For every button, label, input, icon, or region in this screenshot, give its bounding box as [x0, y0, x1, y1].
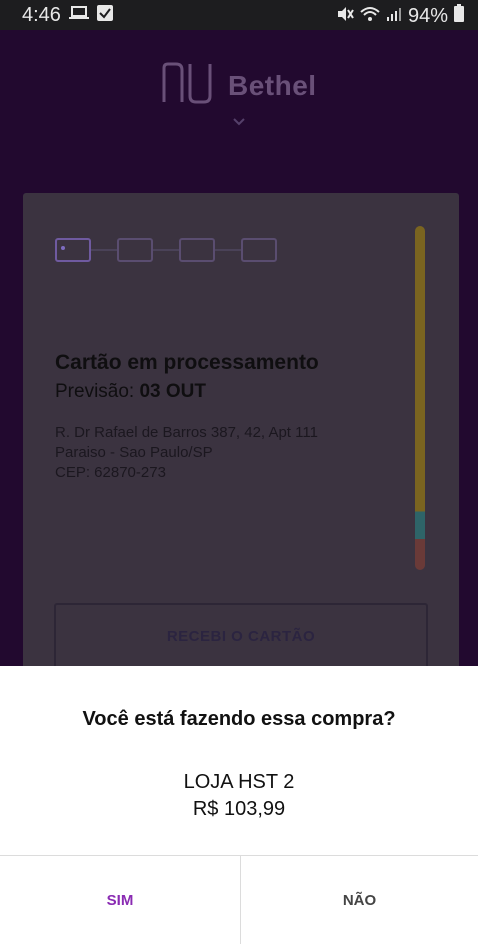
status-right: 94%: [336, 4, 464, 28]
merchant-name: LOJA HST 2: [183, 771, 295, 793]
laptop-icon: [68, 4, 89, 27]
step-2: [117, 238, 153, 262]
nu-logo-icon: [160, 62, 218, 109]
chevron-down-icon[interactable]: [232, 114, 246, 132]
brand-logo: Bethel: [160, 62, 317, 109]
address-line-3: CEP: 62870-273: [55, 464, 166, 481]
step-connector: [153, 249, 179, 251]
vertical-progress-bar: [415, 226, 425, 570]
no-button[interactable]: NÃO: [241, 856, 478, 944]
step-connector: [215, 249, 241, 251]
status-bar: 4:46 94%: [0, 0, 478, 30]
battery-icon: [454, 4, 464, 28]
wifi-icon: [360, 5, 380, 28]
forecast: Previsão: 03 OUT: [55, 381, 206, 403]
status-left: 4:46: [22, 4, 113, 27]
step-1: [55, 238, 91, 262]
purchase-confirmation-sheet: Você está fazendo essa compra? LOJA HST …: [0, 666, 478, 944]
card-status-title: Cartão em processamento: [55, 351, 319, 374]
step-4: [241, 238, 277, 262]
step-3: [179, 238, 215, 262]
address-line-1: R. Dr Rafael de Barros 387, 42, Apt 111: [55, 424, 318, 441]
confirmation-question: Você está fazendo essa compra?: [82, 708, 396, 730]
forecast-label: Previsão:: [55, 381, 135, 402]
yes-button[interactable]: SIM: [0, 856, 240, 944]
purchase-amount: R$ 103,99: [192, 798, 286, 820]
forecast-date: 03 OUT: [139, 381, 207, 402]
signal-icon: [386, 5, 402, 28]
brand-name: Bethel: [228, 69, 317, 101]
delivery-address: R. Dr Rafael de Barros 387, 42, Apt 111 …: [55, 423, 318, 483]
address-line-2: Paraiso - Sao Paulo/SP: [55, 444, 213, 461]
received-card-button[interactable]: RECEBI O CARTÃO: [54, 603, 428, 669]
card-status-panel: Cartão em processamento Previsão: 03 OUT…: [23, 193, 459, 693]
mute-icon: [336, 5, 354, 28]
step-connector: [91, 249, 117, 251]
status-time: 4:46: [22, 4, 61, 26]
card-progress-steps: [55, 238, 277, 262]
check-notification-icon: [96, 4, 113, 27]
battery-text: 94%: [407, 4, 448, 27]
